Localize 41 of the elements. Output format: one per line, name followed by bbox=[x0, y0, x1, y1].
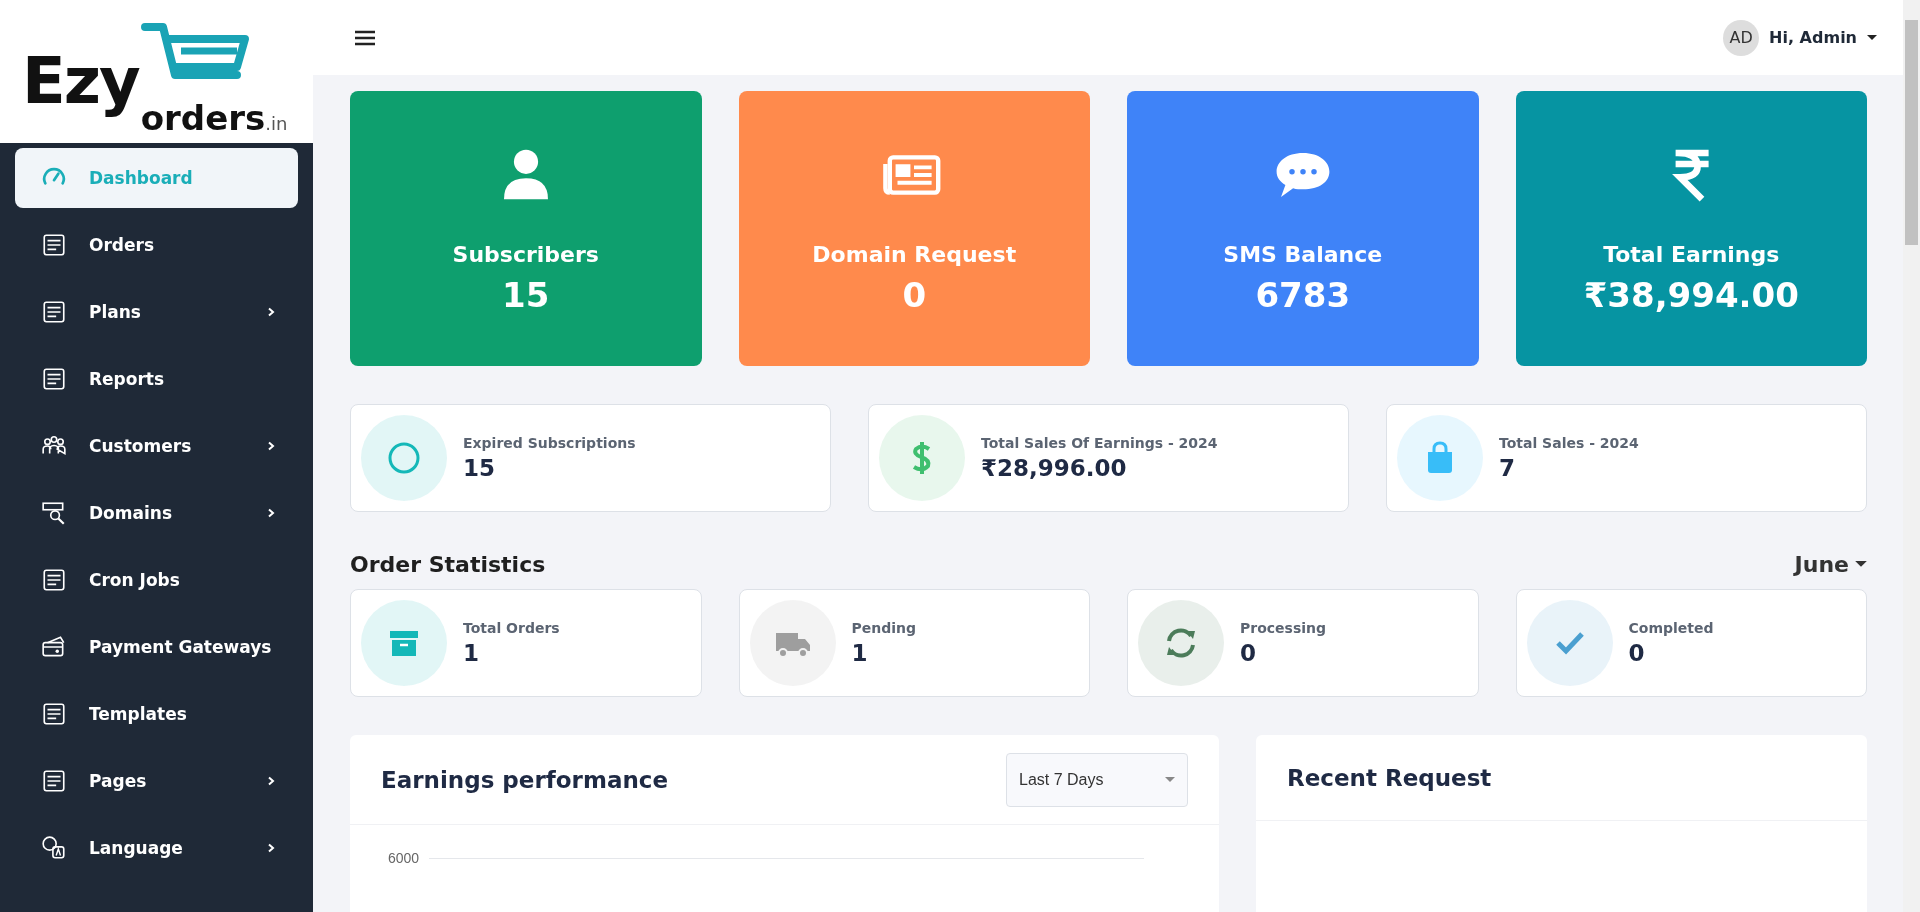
stat-label: Processing bbox=[1240, 620, 1327, 636]
card-value: 0 bbox=[902, 275, 927, 315]
stat-value: 0 bbox=[1628, 640, 1646, 666]
panel-title: Earnings performance bbox=[381, 766, 669, 793]
card-title: Subscribers bbox=[452, 242, 599, 267]
user-menu[interactable]: AD Hi, Admin bbox=[1717, 18, 1883, 57]
card-title: SMS Balance bbox=[1223, 242, 1383, 267]
stat-label: Total Orders bbox=[463, 620, 560, 636]
axis-label: 6000 bbox=[388, 849, 420, 867]
section-title: Order Statistics bbox=[350, 552, 546, 577]
stat-label: Total Sales Of Earnings - 2024 bbox=[981, 435, 1218, 451]
stat-value: 0 bbox=[1240, 640, 1257, 666]
logo-text: orders.in bbox=[140, 101, 288, 135]
month-dropdown[interactable]: June bbox=[1794, 552, 1867, 577]
sidebar-item[interactable]: Pages bbox=[15, 751, 298, 811]
stat-label: Completed bbox=[1628, 620, 1714, 636]
sidebar-item[interactable]: Language bbox=[15, 818, 298, 878]
sidebar-item[interactable]: Payment Gateways bbox=[15, 617, 298, 677]
sidebar-item[interactable]: Orders bbox=[15, 215, 298, 275]
sidebar-item[interactable]: Plans bbox=[15, 282, 298, 342]
panel-title: Recent Request bbox=[1287, 764, 1492, 791]
card-title: Domain Request bbox=[812, 242, 1017, 267]
stat-value: 7 bbox=[1499, 455, 1516, 481]
stat-label: Total Sales - 2024 bbox=[1499, 435, 1639, 451]
sidebar-item[interactable]: Cron Jobs bbox=[15, 550, 298, 610]
sidebar-item[interactable]: Customers bbox=[15, 416, 298, 476]
stat-value: 1 bbox=[851, 640, 869, 666]
sidebar-item[interactable]: Reports bbox=[15, 349, 298, 409]
stat-value: 1 bbox=[463, 640, 480, 666]
card-title: Total Earnings bbox=[1603, 242, 1780, 267]
card-value: 6783 bbox=[1255, 275, 1351, 315]
sidebar-item[interactable]: Templates bbox=[15, 684, 298, 744]
stat-label: Pending bbox=[851, 620, 917, 636]
range-dropdown[interactable]: Last 7 Days bbox=[1006, 752, 1188, 807]
card-value: ₹38,994.00 bbox=[1583, 275, 1799, 315]
sidebar-item[interactable]: Domains bbox=[15, 483, 298, 543]
card-value: 15 bbox=[502, 275, 550, 315]
stat-value: ₹28,996.00 bbox=[981, 455, 1128, 481]
avatar: AD bbox=[1723, 19, 1760, 56]
stat-value: 15 bbox=[463, 455, 496, 481]
stat-label: Expired Subscriptions bbox=[463, 435, 636, 451]
